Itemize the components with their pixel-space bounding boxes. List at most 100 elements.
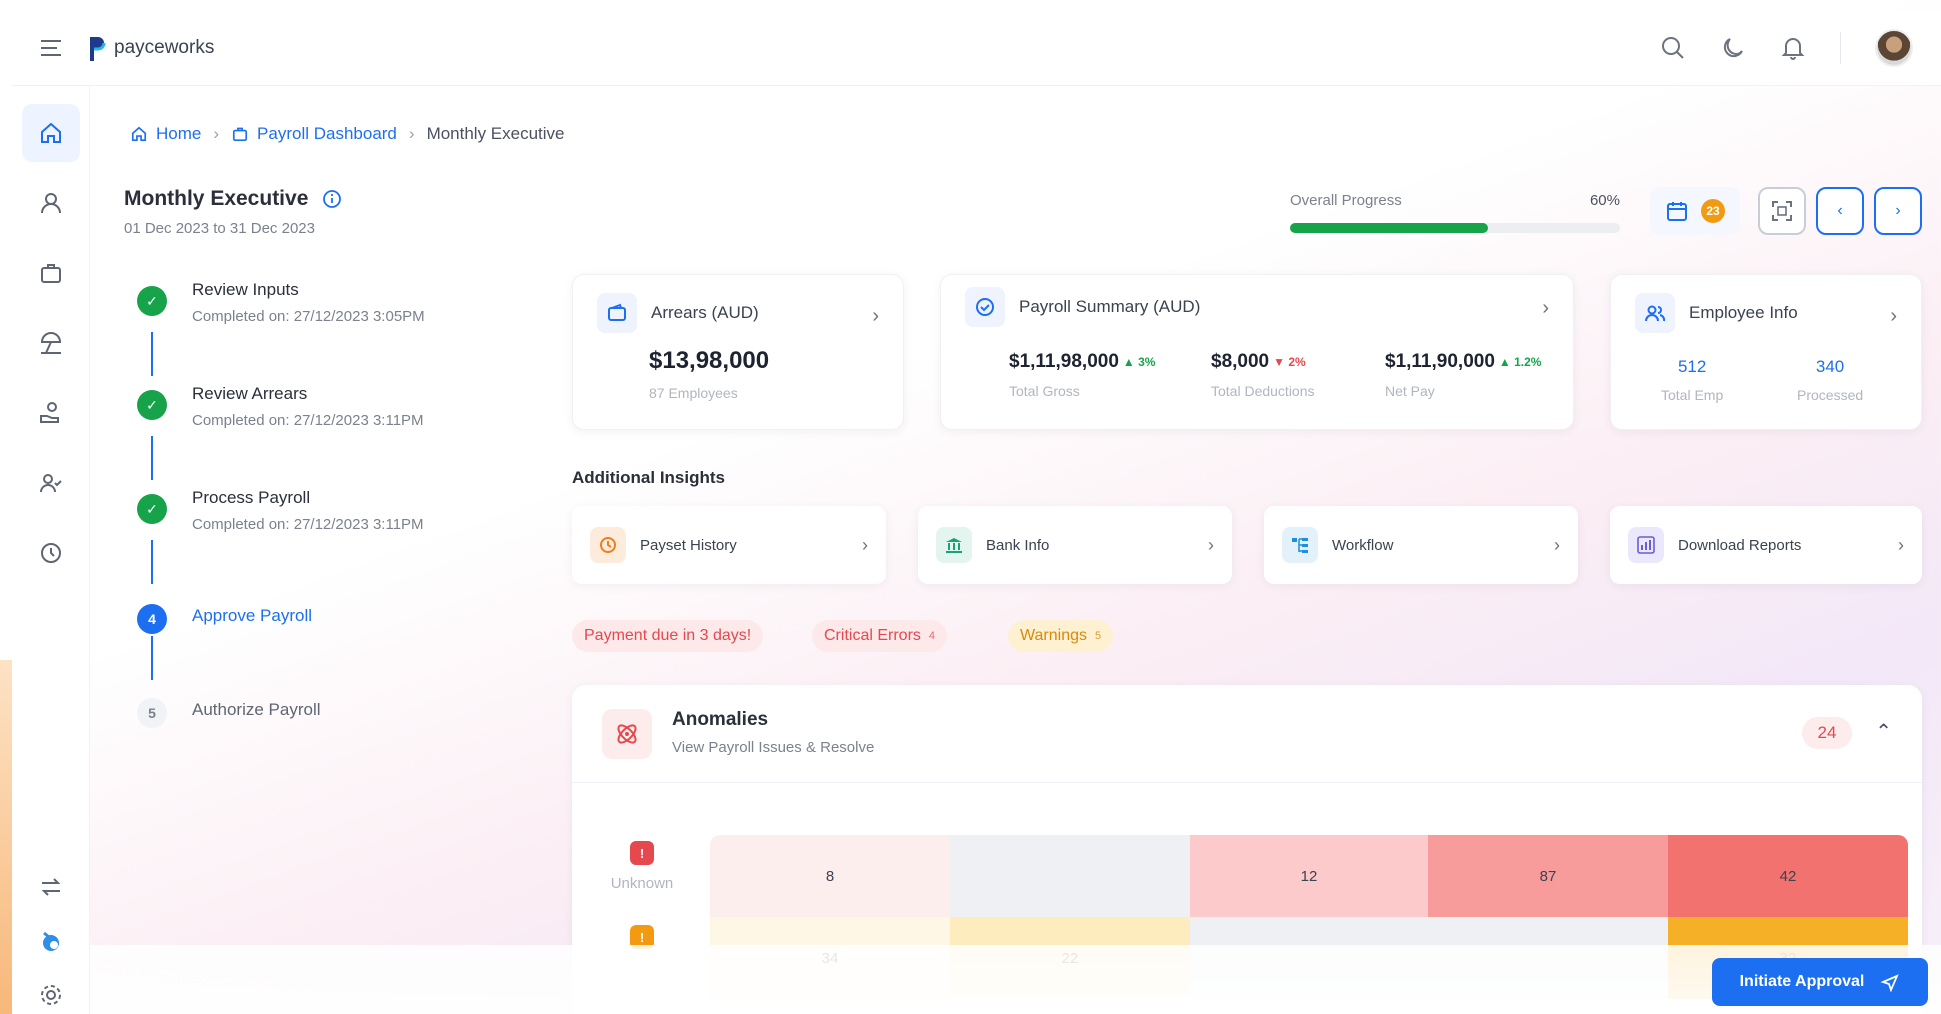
breadcrumb-payroll-dashboard[interactable]: Payroll Dashboard (231, 124, 397, 144)
sidebar-item-benefits[interactable] (22, 384, 80, 442)
check-icon: ✓ (137, 390, 167, 420)
action-bar (90, 945, 1941, 1014)
breadcrumb-home[interactable]: Home (130, 124, 201, 144)
chevron-right-icon: › (408, 124, 415, 143)
insight-label: Download Reports (1678, 536, 1802, 554)
heatmap-cell[interactable]: 87 (1428, 835, 1668, 917)
arrears-card[interactable]: Arrears (AUD) › $13,98,000 87 Employees (572, 274, 904, 430)
hamburger-menu-icon[interactable] (40, 38, 64, 63)
heatmap-cell[interactable] (950, 835, 1190, 917)
step-connector (151, 436, 153, 480)
briefcase-icon (232, 127, 248, 142)
notification-bell-icon[interactable] (1780, 35, 1806, 61)
arrears-amount: $13,98,000 (649, 347, 770, 374)
home-icon (131, 126, 147, 142)
insight-workflow[interactable]: Workflow › (1264, 506, 1578, 584)
calendar-button[interactable]: 23 (1650, 187, 1740, 235)
net-label: Net Pay (1385, 383, 1435, 399)
anomalies-header[interactable]: Anomalies View Payroll Issues & Resolve … (572, 685, 1922, 783)
bank-icon (936, 527, 972, 563)
next-button[interactable]: › (1874, 187, 1922, 235)
check-circle-icon (965, 287, 1005, 327)
metric-deductions: $8,000 ▼ 2% Total Deductions (1211, 351, 1315, 399)
scan-button[interactable] (1758, 187, 1806, 235)
processed-label: Processed (1797, 387, 1864, 403)
chevron-right-icon: › (1898, 534, 1904, 555)
step-title: Review Inputs (192, 280, 299, 299)
insight-download-reports[interactable]: Download Reports › (1610, 506, 1922, 584)
net-change: ▲ 1.2% (1498, 355, 1542, 369)
send-arrow-icon (1880, 974, 1900, 992)
page-title: Monthly Executive (124, 187, 342, 211)
users-icon (1635, 293, 1675, 333)
progress-track (1290, 223, 1620, 233)
sidebar-item-settings[interactable] (22, 966, 80, 1014)
brand-logo[interactable]: payceworks (88, 35, 214, 61)
processed-value: 340 (1815, 357, 1845, 376)
sidebar-item-bot[interactable] (22, 912, 80, 970)
chat-bot-icon (43, 931, 59, 951)
heatmap-cell[interactable]: 12 (1190, 835, 1428, 917)
sidebar-item-leave[interactable] (22, 314, 80, 372)
step-title: Authorize Payroll (192, 700, 321, 719)
chevron-up-icon[interactable]: ⌃ (1875, 719, 1892, 744)
header-divider (1840, 31, 1841, 64)
warnings-badge[interactable]: Warnings 5 (1008, 620, 1114, 652)
heatmap-cell[interactable]: 42 (1668, 835, 1908, 917)
sidebar-item-transfer[interactable] (22, 858, 80, 916)
user-check-icon (40, 474, 62, 493)
total-employees: 512 Total Emp (1661, 357, 1723, 403)
user-avatar[interactable] (1875, 28, 1913, 67)
previous-button[interactable]: ‹ (1816, 187, 1864, 235)
payroll-summary-title: Payroll Summary (AUD) (1019, 297, 1201, 316)
step-number: 4 (137, 604, 167, 634)
arrears-employees: 87 Employees (649, 385, 738, 401)
beach-umbrella-icon (40, 332, 62, 354)
page-title-text: Monthly Executive (124, 187, 309, 210)
row-label-unknown: ! Unknown (592, 841, 692, 892)
workflow-tree-icon (1282, 527, 1318, 563)
user-icon (41, 193, 61, 214)
dark-mode-moon-icon[interactable] (1720, 35, 1746, 61)
insight-bank-info[interactable]: Bank Info › (918, 506, 1232, 584)
payment-due-badge[interactable]: Payment due in 3 days! (572, 620, 764, 652)
swap-arrows-icon (41, 878, 61, 896)
metric-net: $1,11,90,000 ▲ 1.2% Net Pay (1385, 351, 1541, 399)
step-connector (151, 332, 153, 376)
employee-info-card[interactable]: Employee Info › 512 Total Emp 340 Proces… (1610, 274, 1922, 430)
initiate-approval-button[interactable]: Initiate Approval (1712, 958, 1928, 1006)
insight-label: Bank Info (986, 536, 1050, 554)
payroll-summary-card[interactable]: Payroll Summary (AUD) › $1,11,98,000 ▲ 3%… (940, 274, 1574, 430)
step-title: Review Arrears (192, 384, 308, 403)
step-connector (151, 540, 153, 584)
sidebar-item-home[interactable] (22, 104, 80, 162)
calendar-icon (1667, 202, 1687, 221)
sidebar-item-profile[interactable] (22, 174, 80, 232)
top-bar: payceworks (12, 10, 1941, 86)
insights-title: Additional Insights (572, 468, 725, 487)
page-period: 01 Dec 2023 to 31 Dec 2023 (124, 220, 315, 237)
total-emp-value: 512 (1677, 357, 1707, 376)
heatmap-cell[interactable]: 8 (710, 835, 950, 917)
anomalies-title: Anomalies (672, 709, 769, 730)
chevron-left-icon: ‹ (1837, 202, 1843, 219)
sidebar-item-history[interactable] (22, 524, 80, 582)
info-icon[interactable] (322, 189, 342, 209)
arrears-title: Arrears (AUD) (651, 303, 759, 322)
progress-label: Overall Progress (1290, 192, 1402, 209)
step-sub: Completed on: 27/12/2023 3:05PM (192, 308, 425, 325)
critical-errors-badge[interactable]: Critical Errors 4 (812, 620, 948, 652)
payceworks-logo-icon (88, 35, 106, 61)
anomalies-subtitle: View Payroll Issues & Resolve (672, 739, 875, 756)
chevron-right-icon: › (872, 305, 879, 327)
sidebar-item-payroll[interactable] (22, 244, 80, 302)
breadcrumb-home-label: Home (156, 124, 202, 143)
insight-payset-history[interactable]: Payset History › (572, 506, 886, 584)
warnings-count: 5 (1094, 630, 1102, 642)
search-icon[interactable] (1660, 35, 1686, 61)
breadcrumb-dashboard-label: Payroll Dashboard (257, 124, 397, 143)
step-title: Approve Payroll (192, 606, 313, 625)
sidebar-item-team[interactable] (22, 454, 80, 512)
step-connector (151, 636, 153, 680)
employee-info-title: Employee Info (1689, 303, 1798, 322)
